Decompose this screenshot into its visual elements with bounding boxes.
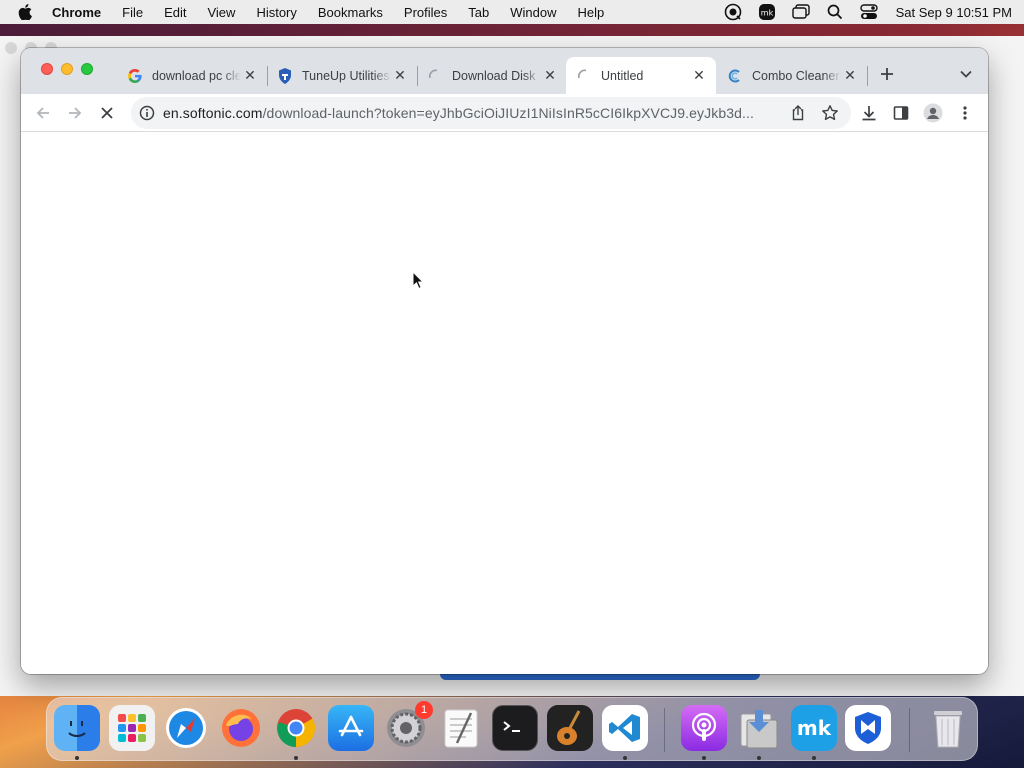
- tab-tuneup-utilities[interactable]: TuneUp Utilities ✕: [267, 57, 418, 94]
- tab-close-icon[interactable]: ✕: [690, 67, 708, 85]
- tab-close-icon[interactable]: ✕: [841, 67, 859, 85]
- mackeeper-icon[interactable]: mk: [791, 705, 837, 751]
- tab-close-icon[interactable]: ✕: [391, 67, 409, 85]
- browser-toolbar: en.softonic.com/download-launch?token=ey…: [21, 94, 988, 132]
- menu-tab[interactable]: Tab: [468, 5, 489, 20]
- tab-title: Untitled: [601, 68, 644, 83]
- screen-record-icon[interactable]: [724, 3, 742, 21]
- chrome-window: download pc cleaner ✕ TuneUp Utilities ✕…: [21, 48, 988, 674]
- vscode-icon[interactable]: [602, 705, 648, 751]
- tab-close-icon[interactable]: ✕: [241, 67, 259, 85]
- downloads-button[interactable]: [859, 103, 879, 123]
- bookmark-star-icon[interactable]: [821, 104, 839, 122]
- loading-icon: [427, 68, 443, 84]
- url-path: /download-launch?token=eyJhbGciOiJIUzI1N…: [262, 105, 754, 121]
- close-window-button[interactable]: [41, 63, 53, 75]
- address-bar[interactable]: en.softonic.com/download-launch?token=ey…: [131, 97, 851, 129]
- menu-profiles[interactable]: Profiles: [404, 5, 447, 20]
- tab-title: download pc cleaner: [152, 68, 241, 83]
- combo-cleaner-icon: [727, 68, 743, 84]
- finder-icon[interactable]: [54, 705, 100, 751]
- forward-button[interactable]: [65, 103, 85, 123]
- tab-combo-cleaner[interactable]: Combo Cleaner ✕: [717, 57, 868, 94]
- launchpad-icon[interactable]: [109, 705, 155, 751]
- control-center-icon[interactable]: [859, 3, 878, 21]
- podcasts-icon[interactable]: [681, 705, 727, 751]
- mouse-cursor-icon: [412, 270, 425, 290]
- tab-download-disk[interactable]: Download Disk ✕: [417, 57, 567, 94]
- notification-badge: 1: [415, 701, 433, 719]
- trash-icon[interactable]: [925, 705, 971, 751]
- safari-icon[interactable]: [163, 705, 209, 751]
- loading-icon: [576, 68, 592, 84]
- menu-view[interactable]: View: [207, 5, 235, 20]
- menu-edit[interactable]: Edit: [164, 5, 186, 20]
- url-host: en.softonic.com: [163, 105, 263, 121]
- svg-text:mk: mk: [760, 9, 773, 18]
- menu-window[interactable]: Window: [510, 5, 556, 20]
- app-store-icon[interactable]: [328, 705, 374, 751]
- google-icon: [127, 68, 143, 84]
- svg-text:mk: mk: [797, 716, 832, 740]
- shield-icon: [277, 67, 293, 84]
- site-info-icon[interactable]: [139, 105, 155, 121]
- mk-status-icon[interactable]: mk: [758, 3, 776, 21]
- menubar: Chrome File Edit View History Bookmarks …: [0, 0, 1024, 24]
- spotlight-search-icon[interactable]: [826, 3, 844, 21]
- tab-title: TuneUp Utilities: [302, 68, 390, 83]
- stop-loading-button[interactable]: [97, 103, 117, 123]
- malwarebytes-icon[interactable]: [845, 705, 891, 751]
- menu-history[interactable]: History: [256, 5, 296, 20]
- profile-avatar-icon[interactable]: [923, 103, 943, 123]
- chrome-icon[interactable]: [273, 705, 319, 751]
- tab-close-icon[interactable]: ✕: [541, 67, 559, 85]
- back-button[interactable]: [33, 103, 53, 123]
- menu-bookmarks[interactable]: Bookmarks: [318, 5, 383, 20]
- apple-icon[interactable]: [18, 4, 34, 20]
- zoom-window-button[interactable]: [81, 63, 93, 75]
- new-tab-button[interactable]: [876, 63, 898, 85]
- dock: 1 mk: [46, 697, 978, 761]
- url-text[interactable]: en.softonic.com/download-launch?token=ey…: [163, 105, 754, 121]
- tab-strip: download pc cleaner ✕ TuneUp Utilities ✕…: [21, 48, 988, 94]
- menu-file[interactable]: File: [122, 5, 143, 20]
- minimize-window-button[interactable]: [61, 63, 73, 75]
- page-content[interactable]: [21, 133, 988, 674]
- tab-title: Download Disk: [452, 68, 536, 83]
- more-menu-icon[interactable]: [955, 103, 975, 123]
- terminal-icon[interactable]: [492, 705, 538, 751]
- firefox-icon[interactable]: [218, 705, 264, 751]
- window-switcher-icon[interactable]: [791, 3, 810, 21]
- menu-app-name[interactable]: Chrome: [52, 5, 101, 20]
- tab-title: Combo Cleaner: [752, 68, 840, 83]
- share-icon[interactable]: [789, 104, 807, 122]
- garageband-icon[interactable]: [547, 705, 593, 751]
- side-panel-button[interactable]: [891, 103, 911, 123]
- tab-download-pc-cleaner[interactable]: download pc cleaner ✕: [117, 57, 268, 94]
- menubar-clock[interactable]: Sat Sep 9 10:51 PM: [896, 5, 1012, 20]
- menu-help[interactable]: Help: [578, 5, 605, 20]
- textedit-icon[interactable]: [438, 705, 484, 751]
- tab-untitled[interactable]: Untitled ✕: [566, 57, 716, 94]
- tab-search-button[interactable]: [956, 64, 976, 84]
- downloads-stack-icon[interactable]: [736, 705, 782, 751]
